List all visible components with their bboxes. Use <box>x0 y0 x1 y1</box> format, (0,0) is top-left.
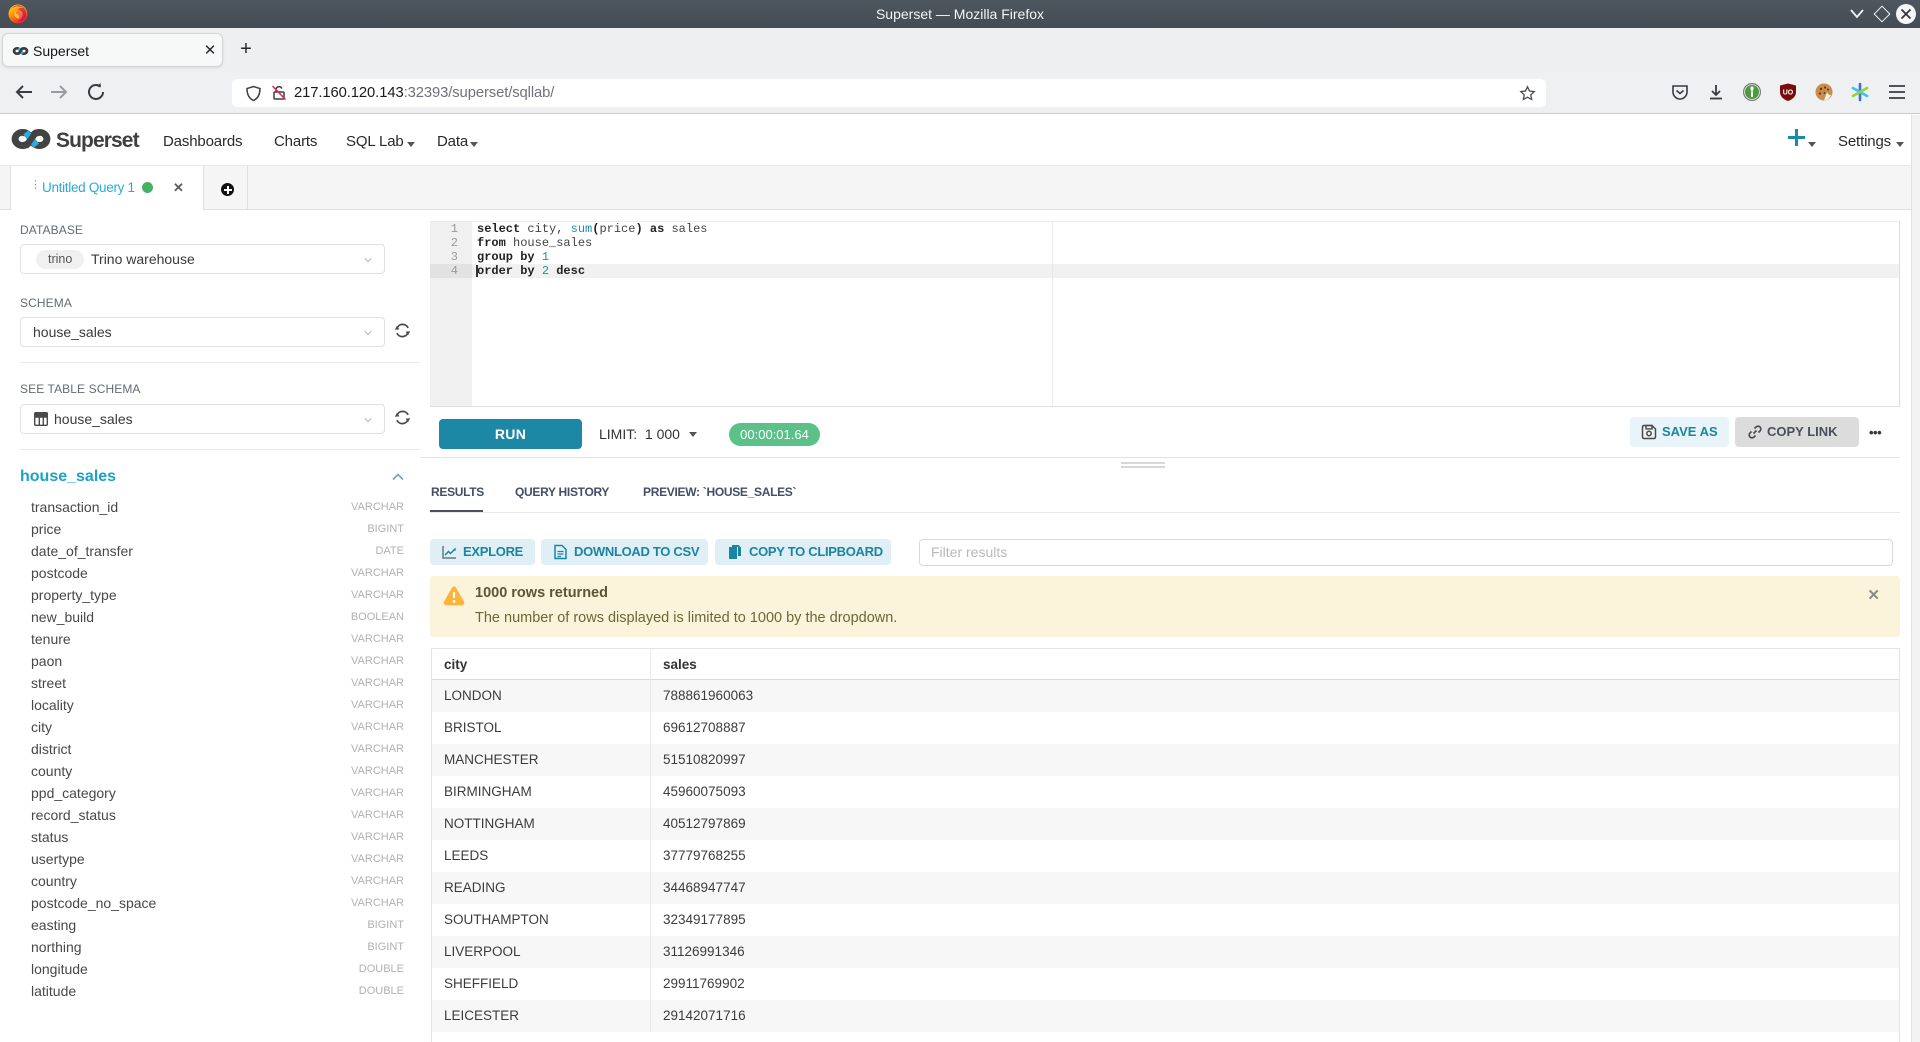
svg-text:UO: UO <box>1783 90 1794 97</box>
